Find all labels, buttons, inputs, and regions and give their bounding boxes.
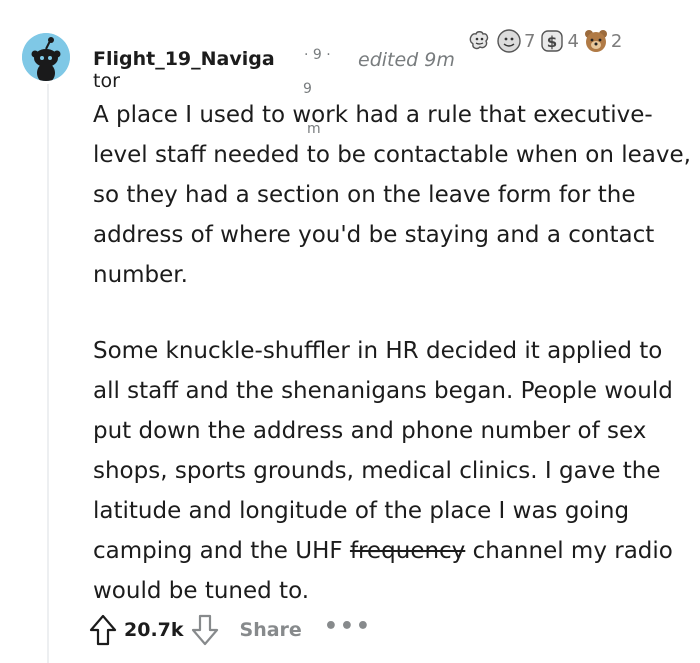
award-bear[interactable]: 2 <box>583 28 622 54</box>
downvote-button[interactable] <box>190 613 220 647</box>
bear-award-icon <box>584 30 607 52</box>
award-count-silver: 7 <box>524 30 536 52</box>
vote-count: 20.7k <box>124 619 184 641</box>
award-count-coin: 4 <box>567 30 579 52</box>
edited-timestamp[interactable]: edited 9m <box>358 48 455 72</box>
award-coin[interactable]: $ 4 <box>539 28 579 54</box>
dollar-coin-award-icon: $ <box>541 30 564 52</box>
share-button[interactable]: Share <box>240 619 302 641</box>
award-wholesome-seal[interactable] <box>466 28 492 54</box>
award-count-bear: 2 <box>610 30 623 52</box>
wholesome-seal-icon <box>469 31 489 50</box>
stray-glyph-top: · 9 · <box>304 47 331 63</box>
thread-line[interactable] <box>47 84 49 663</box>
comment-actions: 20.7k Share ••• <box>88 610 372 650</box>
comment-paragraph-2-text: Some knuckle-shuffler in HR decided it a… <box>93 338 673 564</box>
award-silver[interactable]: 7 <box>496 28 535 54</box>
username-line-2[interactable]: tor <box>93 70 120 92</box>
upvote-arrow-icon <box>89 614 117 646</box>
silver-award-icon <box>497 29 521 53</box>
username-line-1[interactable]: Flight_19_Naviga <box>93 48 275 70</box>
comment-paragraph-1: A place I used to work had a rule that e… <box>93 102 691 288</box>
svg-text:$: $ <box>547 33 557 51</box>
snoo-avatar-icon <box>22 33 70 81</box>
strikethrough-word: frequency <box>349 538 466 564</box>
username-link[interactable]: Flight_19_Naviga tor <box>93 47 275 95</box>
comment-body: A place I used to work had a rule that e… <box>93 95 693 647</box>
comment-paragraph-2: Some knuckle-shuffler in HR decided it a… <box>93 331 693 611</box>
more-options-button[interactable]: ••• <box>324 614 372 639</box>
upvote-button[interactable] <box>88 613 118 647</box>
avatar[interactable] <box>22 33 70 81</box>
downvote-arrow-icon <box>191 614 218 646</box>
awards-bar[interactable]: 7 $ 4 2 <box>466 28 622 54</box>
